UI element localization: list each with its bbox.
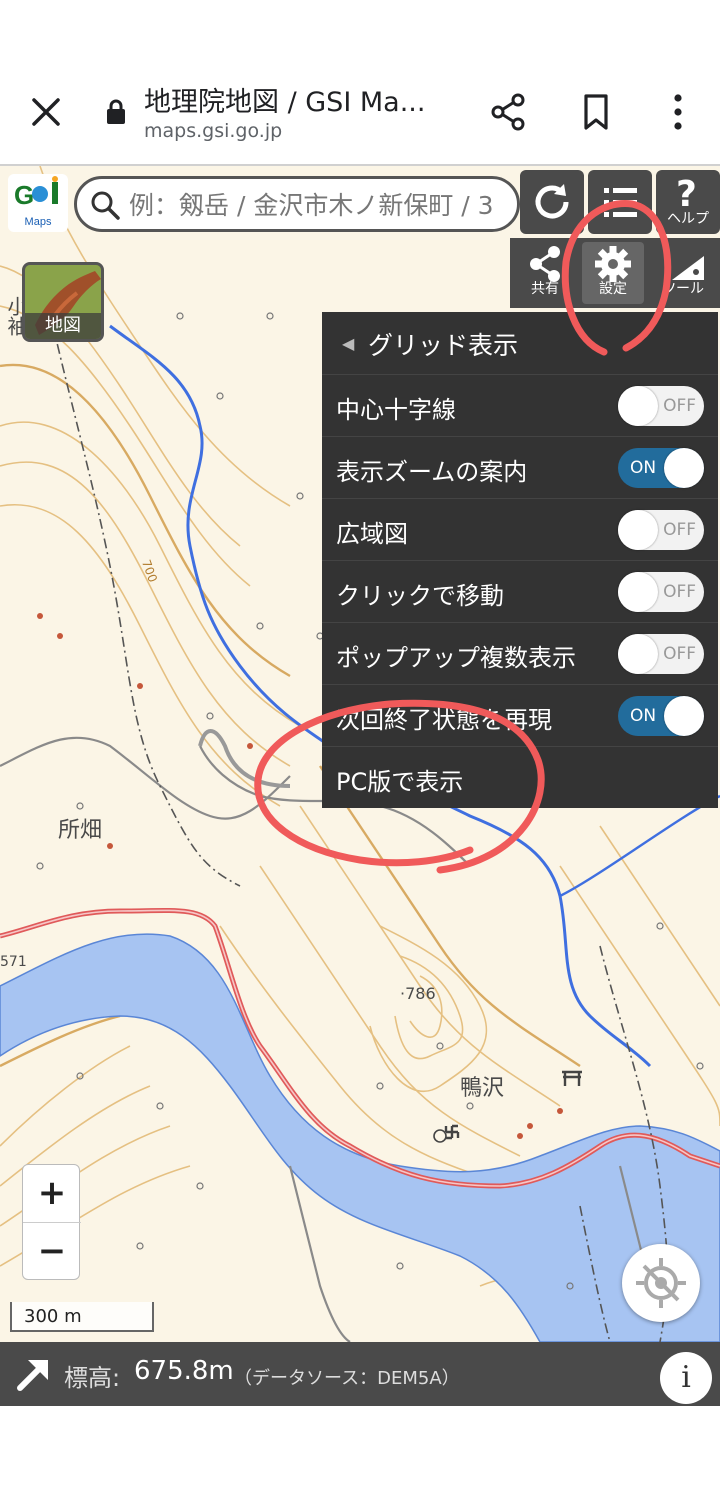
search-box[interactable]	[74, 176, 520, 232]
zoom-guide-toggle[interactable]: ON	[618, 448, 704, 488]
map-view[interactable]: 所畑 鴨沢 小袖 ·786 571 700 G Maps 例：剱岳 / 金沢市木…	[0, 166, 720, 1406]
map-type-label: 地図	[25, 313, 101, 339]
page-title[interactable]: 地理院地図 / GSI Ma...	[144, 80, 444, 119]
spot-height: ·786	[400, 984, 436, 1003]
bookmark-button[interactable]	[572, 88, 620, 136]
svg-text:G: G	[14, 180, 34, 210]
settings-submenu: ◀ グリッド表示 中心十字線 OFF 表示ズームの案内 ON 広域図 OFF ク…	[322, 312, 718, 808]
menu-title: グリッド表示	[368, 331, 519, 360]
menu-item-label: ポップアップ複数表示	[336, 644, 576, 672]
scale-label: 300 m	[24, 1306, 82, 1327]
elevation-label: 標高:	[64, 1364, 121, 1392]
toggle-knob	[664, 448, 704, 488]
help-button[interactable]: ? ヘルプ	[656, 170, 720, 234]
help-label: ヘルプ	[667, 211, 709, 227]
toggle-knob	[618, 386, 658, 426]
toggle-state: OFF	[663, 582, 696, 602]
place-name-shohata: 所畑	[58, 818, 103, 843]
share-icon	[491, 93, 525, 131]
settings-button[interactable]: 設定	[582, 242, 644, 304]
menu-item-zoom-guide[interactable]: 表示ズームの案内 ON	[322, 436, 718, 498]
toggle-state: ON	[630, 458, 657, 478]
more-options-button[interactable]	[654, 88, 702, 136]
menu-item-click-move[interactable]: クリックで移動 OFF	[322, 560, 718, 622]
chevron-left-icon: ◀	[342, 334, 355, 353]
info-button[interactable]: i	[660, 1352, 712, 1404]
share-map-button[interactable]: 共有	[514, 242, 576, 304]
toggle-state: OFF	[663, 520, 696, 540]
gsi-toolbar: G Maps 例：剱岳 / 金沢市木ノ新保町 / 3 ? ヘルプ	[0, 166, 720, 238]
logo-text: Maps	[24, 216, 52, 228]
toggle-knob	[618, 634, 658, 674]
menu-item-overview-map[interactable]: 広域図 OFF	[322, 498, 718, 560]
map-type-button[interactable]: 地図	[22, 262, 104, 342]
settings-label: 設定	[599, 281, 627, 297]
multi-popup-toggle[interactable]: OFF	[618, 634, 704, 674]
scale-bar: 300 m	[10, 1302, 154, 1332]
toggle-state: ON	[630, 706, 657, 726]
elevation-bar: 標高: 675.8m （データソース：DEM5A） i	[0, 1342, 720, 1406]
toggle-knob	[618, 572, 658, 612]
toggle-knob	[664, 696, 704, 736]
click-move-toggle[interactable]: OFF	[618, 572, 704, 612]
crosshair-toggle[interactable]: OFF	[618, 386, 704, 426]
location-crosshair-icon	[636, 1258, 686, 1308]
overview-map-toggle[interactable]: OFF	[618, 510, 704, 550]
search-icon	[91, 191, 120, 220]
elevation-source: （データソース：DEM5A）	[234, 1368, 460, 1389]
lock-icon	[104, 98, 128, 126]
menu-item-center-crosshair[interactable]: 中心十字線 OFF	[322, 374, 718, 436]
menu-item-multi-popup[interactable]: ポップアップ複数表示 OFF	[322, 622, 718, 684]
more-vert-icon	[674, 94, 682, 130]
menu-item-label: PC版で表示	[336, 768, 464, 796]
menu-item-label: 次回終了状態を再現	[336, 706, 552, 734]
menu-item-pc-version[interactable]: PC版で表示	[322, 746, 718, 808]
menu-item-label: クリックで移動	[336, 582, 504, 610]
reload-button[interactable]	[520, 170, 584, 234]
tools-button[interactable]: ツール	[652, 242, 714, 304]
close-tab-button[interactable]	[22, 88, 70, 136]
browser-toolbar: 地理院地図 / GSI Ma... maps.gsi.go.jp	[0, 60, 720, 164]
bookmark-icon	[584, 94, 608, 130]
zoom-in-button[interactable]: +	[23, 1165, 81, 1223]
menu-item-label: 中心十字線	[336, 396, 456, 424]
toggle-knob	[618, 510, 658, 550]
reload-icon	[535, 184, 569, 219]
menu-back-header[interactable]: ◀ グリッド表示	[322, 312, 718, 374]
menu-item-label: 広域図	[336, 520, 408, 548]
share-button[interactable]	[484, 88, 532, 136]
restore-state-toggle[interactable]: ON	[618, 696, 704, 736]
elevation-value: 675.8m	[134, 1356, 234, 1386]
zoom-control: + −	[22, 1164, 81, 1281]
menu-item-label: 表示ズームの案内	[336, 458, 528, 486]
zoom-out-button[interactable]: −	[23, 1223, 81, 1281]
url-domain[interactable]: maps.gsi.go.jp	[144, 120, 282, 142]
close-icon	[32, 98, 60, 126]
place-name-kamosawa: 鴨沢	[460, 1076, 505, 1101]
toggle-state: OFF	[663, 396, 696, 416]
search-input[interactable]	[129, 187, 509, 223]
toggle-state: OFF	[663, 644, 696, 664]
expand-arrow-icon[interactable]	[14, 1354, 54, 1394]
share-label: 共有	[531, 281, 559, 297]
layer-list-button[interactable]	[588, 170, 652, 234]
tools-label: ツール	[662, 281, 704, 297]
gsi-logo-icon: G	[14, 176, 58, 210]
list-icon	[604, 188, 637, 217]
menu-item-restore-state[interactable]: 次回終了状態を再現 ON	[322, 684, 718, 746]
route-number: 571	[0, 954, 27, 970]
current-location-button[interactable]	[622, 1244, 700, 1322]
share-icon	[530, 246, 560, 282]
tool-row: 共有 設定 ツール	[510, 238, 720, 308]
gsi-logo[interactable]: G Maps	[8, 174, 68, 232]
